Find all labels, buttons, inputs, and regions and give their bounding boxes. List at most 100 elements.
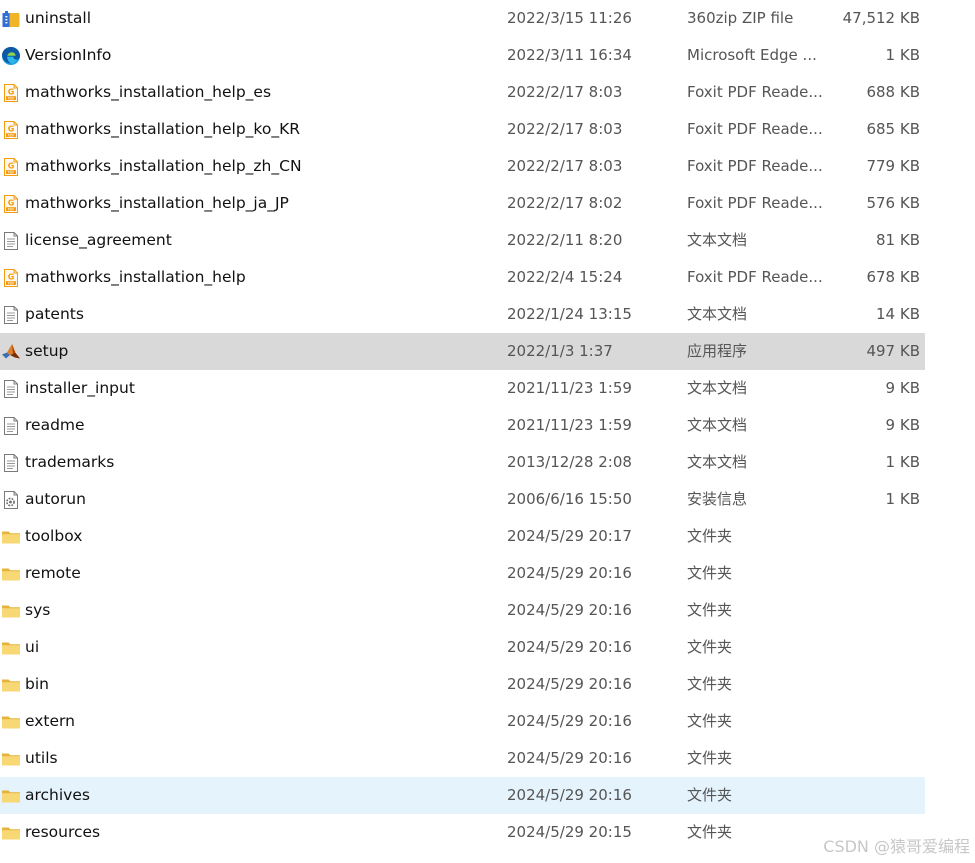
file-name: ui xyxy=(25,638,40,656)
file-row-mathworks-installation-help-ko-kr[interactable]: G PDF mathworks_installation_help_ko_KR 2… xyxy=(0,111,925,148)
file-row-autorun[interactable]: autorun 2006/6/16 15:50 安装信息 1 KB xyxy=(0,481,925,518)
file-name: installer_input xyxy=(25,379,135,397)
setup-info-icon xyxy=(1,490,21,510)
file-name: mathworks_installation_help_ja_JP xyxy=(25,194,289,212)
file-date-modified: 2024/5/29 20:15 xyxy=(507,823,632,841)
file-row-setup[interactable]: setup 2022/1/3 1:37 应用程序 497 KB xyxy=(0,333,925,370)
svg-text:PDF: PDF xyxy=(8,281,15,285)
file-type: 文件夹 xyxy=(687,564,733,582)
file-type: 文件夹 xyxy=(687,823,733,841)
svg-text:PDF: PDF xyxy=(8,170,15,174)
file-size: 576 KB xyxy=(866,194,920,212)
file-name: mathworks_installation_help_es xyxy=(25,83,272,101)
file-row-readme[interactable]: readme 2021/11/23 1:59 文本文档 9 KB xyxy=(0,407,925,444)
file-name: resources xyxy=(25,823,101,841)
file-type: 文本文档 xyxy=(687,379,748,397)
file-size: 9 KB xyxy=(885,416,920,434)
folder-icon xyxy=(1,564,21,584)
file-row-ui[interactable]: ui 2024/5/29 20:16 文件夹 xyxy=(0,629,925,666)
file-row-bin[interactable]: bin 2024/5/29 20:16 文件夹 xyxy=(0,666,925,703)
edge-icon xyxy=(1,46,21,66)
text-file-icon xyxy=(1,453,21,473)
file-size: 9 KB xyxy=(885,379,920,397)
svg-text:G: G xyxy=(8,273,15,282)
file-date-modified: 2022/2/4 15:24 xyxy=(507,268,623,286)
file-type: 文件夹 xyxy=(687,527,733,545)
file-row-remote[interactable]: remote 2024/5/29 20:16 文件夹 xyxy=(0,555,925,592)
text-file-icon xyxy=(1,231,21,251)
file-row-mathworks-installation-help[interactable]: G PDF mathworks_installation_help 2022/2/… xyxy=(0,259,925,296)
file-row-resources[interactable]: resources 2024/5/29 20:15 文件夹 xyxy=(0,814,925,851)
file-type: 文本文档 xyxy=(687,453,748,471)
pdf-icon: G PDF xyxy=(1,194,21,214)
file-date-modified: 2024/5/29 20:17 xyxy=(507,527,632,545)
folder-icon xyxy=(1,601,21,621)
file-name: bin xyxy=(25,675,49,693)
file-name: autorun xyxy=(25,490,86,508)
file-row-toolbox[interactable]: toolbox 2024/5/29 20:17 文件夹 xyxy=(0,518,925,555)
file-name: VersionInfo xyxy=(25,46,112,64)
file-row-archives[interactable]: archives 2024/5/29 20:16 文件夹 xyxy=(0,777,925,814)
file-size: 81 KB xyxy=(876,231,920,249)
file-size: 678 KB xyxy=(866,268,920,286)
folder-icon xyxy=(1,638,21,658)
folder-icon xyxy=(1,712,21,732)
folder-icon xyxy=(1,675,21,695)
file-row-sys[interactable]: sys 2024/5/29 20:16 文件夹 xyxy=(0,592,925,629)
file-name: mathworks_installation_help_ko_KR xyxy=(25,120,301,138)
file-date-modified: 2024/5/29 20:16 xyxy=(507,749,632,767)
file-date-modified: 2024/5/29 20:16 xyxy=(507,638,632,656)
svg-text:PDF: PDF xyxy=(8,133,15,137)
file-type: 文本文档 xyxy=(687,305,748,323)
file-type: Foxit PDF Reade... xyxy=(687,268,823,286)
file-row-extern[interactable]: extern 2024/5/29 20:16 文件夹 xyxy=(0,703,925,740)
file-date-modified: 2022/3/15 11:26 xyxy=(507,9,632,27)
file-date-modified: 2022/2/17 8:03 xyxy=(507,157,623,175)
file-row-license-agreement[interactable]: license_agreement 2022/2/11 8:20 文本文档 81… xyxy=(0,222,925,259)
text-file-icon xyxy=(1,416,21,436)
file-list: uninstall 2022/3/15 11:26 360zip ZIP fil… xyxy=(0,0,925,851)
file-row-utils[interactable]: utils 2024/5/29 20:16 文件夹 xyxy=(0,740,925,777)
folder-icon xyxy=(1,786,21,806)
file-name: sys xyxy=(25,601,51,619)
file-name: uninstall xyxy=(25,9,92,27)
pdf-icon: G PDF xyxy=(1,120,21,140)
file-name: archives xyxy=(25,786,90,804)
file-name: patents xyxy=(25,305,84,323)
file-type: 安装信息 xyxy=(687,490,748,508)
file-row-patents[interactable]: patents 2022/1/24 13:15 文本文档 14 KB xyxy=(0,296,925,333)
svg-text:G: G xyxy=(8,162,15,171)
file-type: Foxit PDF Reade... xyxy=(687,157,823,175)
file-row-installer-input[interactable]: installer_input 2021/11/23 1:59 文本文档 9 K… xyxy=(0,370,925,407)
file-type: 应用程序 xyxy=(687,342,748,360)
file-row-versioninfo[interactable]: VersionInfo 2022/3/11 16:34 Microsoft Ed… xyxy=(0,37,925,74)
file-name: toolbox xyxy=(25,527,83,545)
file-row-mathworks-installation-help-zh-cn[interactable]: G PDF mathworks_installation_help_zh_CN 2… xyxy=(0,148,925,185)
file-name: extern xyxy=(25,712,75,730)
file-size: 497 KB xyxy=(866,342,920,360)
pdf-icon: G PDF xyxy=(1,268,21,288)
file-type: 文件夹 xyxy=(687,638,733,656)
svg-text:G: G xyxy=(8,199,15,208)
file-date-modified: 2022/2/17 8:02 xyxy=(507,194,623,212)
file-date-modified: 2024/5/29 20:16 xyxy=(507,675,632,693)
file-size: 1 KB xyxy=(885,453,920,471)
file-type: 360zip ZIP file xyxy=(687,9,794,27)
svg-text:G: G xyxy=(8,88,15,97)
file-type: Microsoft Edge ... xyxy=(687,46,817,64)
file-name: mathworks_installation_help xyxy=(25,268,246,286)
file-type: 文件夹 xyxy=(687,601,733,619)
file-row-mathworks-installation-help-ja-jp[interactable]: G PDF mathworks_installation_help_ja_JP 2… xyxy=(0,185,925,222)
file-type: 文件夹 xyxy=(687,712,733,730)
file-row-uninstall[interactable]: uninstall 2022/3/15 11:26 360zip ZIP fil… xyxy=(0,0,925,37)
file-date-modified: 2024/5/29 20:16 xyxy=(507,564,632,582)
file-date-modified: 2024/5/29 20:16 xyxy=(507,601,632,619)
file-size: 688 KB xyxy=(866,83,920,101)
svg-text:G: G xyxy=(8,125,15,134)
file-row-trademarks[interactable]: trademarks 2013/12/28 2:08 文本文档 1 KB xyxy=(0,444,925,481)
file-type: 文件夹 xyxy=(687,786,733,804)
file-row-mathworks-installation-help-es[interactable]: G PDF mathworks_installation_help_es 2022… xyxy=(0,74,925,111)
file-name: trademarks xyxy=(25,453,115,471)
file-name: readme xyxy=(25,416,85,434)
file-type: 文本文档 xyxy=(687,231,748,249)
